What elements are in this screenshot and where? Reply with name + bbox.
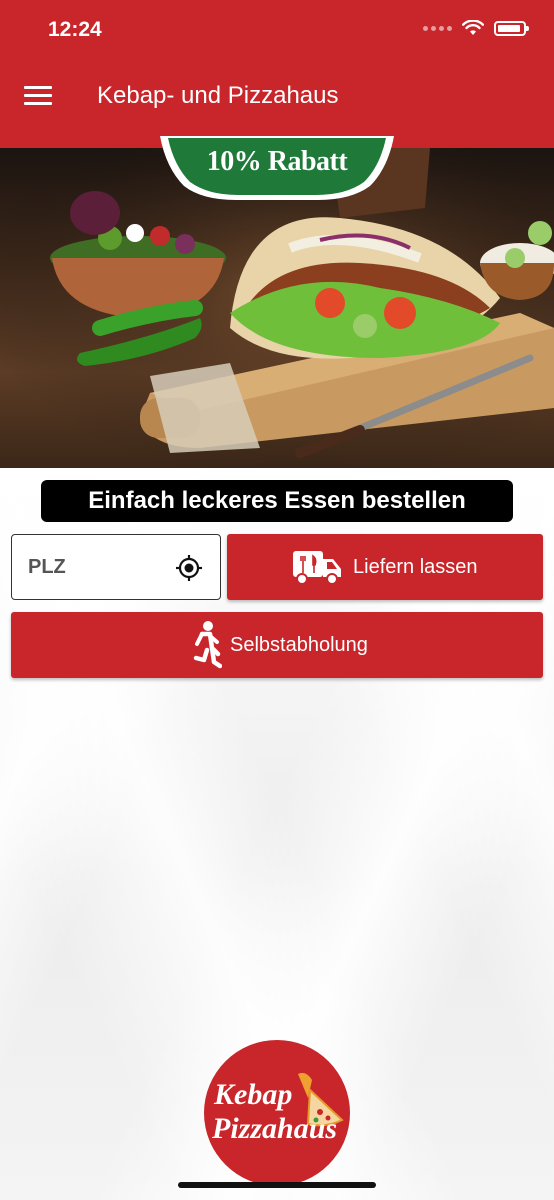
signal-icon [423, 25, 452, 31]
running-person-icon [193, 621, 222, 669]
logo-text-line2: Pizzahaus [212, 1112, 338, 1145]
restaurant-logo: Kebap Pizzahaus [204, 1040, 350, 1186]
home-indicator [178, 1182, 376, 1188]
battery-icon [494, 20, 529, 36]
delivery-button-label: Liefern lassen [353, 556, 478, 578]
logo-text-line1: Kebap [214, 1078, 293, 1111]
status-icons [423, 20, 529, 36]
wifi-icon [462, 20, 484, 35]
discount-badge: 10% Rabatt [156, 134, 398, 202]
delivery-button[interactable]: Liefern lassen [227, 534, 543, 600]
pickup-button-label: Selbstabholung [230, 634, 368, 656]
plz-input[interactable] [28, 535, 168, 599]
status-time: 12:24 [48, 18, 102, 41]
discount-badge-text: 10% Rabatt [206, 146, 348, 177]
delivery-truck-icon [293, 551, 341, 585]
plz-field[interactable] [11, 534, 221, 600]
location-target-icon[interactable] [175, 554, 203, 582]
pickup-button[interactable]: Selbstabholung [11, 612, 543, 678]
app-title: Kebap- und Pizzahaus [97, 82, 339, 109]
tagline-banner: Einfach leckeres Essen bestellen [41, 480, 513, 522]
status-bar: 12:24 [0, 0, 554, 62]
hamburger-menu-icon[interactable] [24, 86, 52, 108]
